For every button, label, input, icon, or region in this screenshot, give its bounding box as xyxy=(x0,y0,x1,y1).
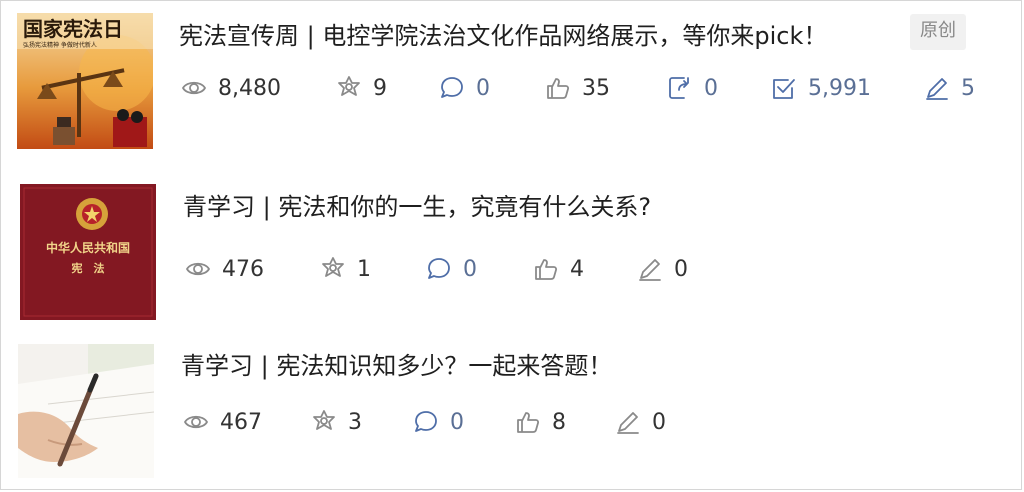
views-count: 467 xyxy=(220,409,262,435)
views-count: 476 xyxy=(222,256,264,282)
likes-stat: 4 xyxy=(532,252,584,286)
edits-stat: 0 xyxy=(614,405,666,439)
forwards-stat: 0 xyxy=(666,71,718,105)
shares-count: 3 xyxy=(348,409,362,435)
share-network-icon xyxy=(338,76,360,96)
article-title[interactable]: 宪法宣传周 | 电控学院法治文化作品网络展示，等你来pick！ xyxy=(179,20,827,52)
shares-stat: 3 xyxy=(310,405,362,439)
edits-stat: 0 xyxy=(636,252,688,286)
pencil-icon xyxy=(617,412,639,434)
reads-count: 5,991 xyxy=(808,75,871,101)
article-thumbnail[interactable]: 中华人民共和国 宪 法 xyxy=(20,184,156,320)
share-network-icon xyxy=(322,257,344,277)
original-badge: 原创 xyxy=(910,14,966,50)
thumbs-up-icon xyxy=(517,412,540,433)
likes-stat: 35 xyxy=(544,71,610,105)
comment-icon xyxy=(415,411,437,432)
book-cover-title: 中华人民共和国 xyxy=(46,240,130,255)
likes-stat: 8 xyxy=(514,405,566,439)
article-thumbnail[interactable] xyxy=(18,344,154,478)
reads-stat: 5,991 xyxy=(770,71,871,105)
edits-stat: 5 xyxy=(923,71,975,105)
shares-stat: 9 xyxy=(335,71,387,105)
eye-icon xyxy=(182,81,206,95)
eye-icon xyxy=(184,415,208,429)
article-stats: 476 1 0 4 0 xyxy=(184,252,744,286)
views-stat: 476 xyxy=(184,252,264,286)
views-stat: 467 xyxy=(182,405,262,439)
pencil-icon xyxy=(639,259,661,281)
edits-count: 0 xyxy=(674,256,688,282)
pencil-icon xyxy=(926,78,948,100)
thumbs-up-icon xyxy=(547,78,570,99)
likes-count: 8 xyxy=(552,409,566,435)
shares-count: 9 xyxy=(373,75,387,101)
article-stats: 467 3 0 8 0 xyxy=(182,405,742,439)
comments-stat: 0 xyxy=(438,71,490,105)
checkbox-icon xyxy=(773,79,795,99)
forwards-count: 0 xyxy=(704,75,718,101)
share-network-icon xyxy=(313,410,335,430)
forward-icon xyxy=(669,77,689,99)
comments-stat: 0 xyxy=(425,252,477,286)
thumbs-up-icon xyxy=(535,259,558,280)
views-count: 8,480 xyxy=(218,75,281,101)
article-thumbnail[interactable]: 国家宪法日 弘扬宪法精神 争做时代新人 xyxy=(17,13,153,149)
article-stats: 8,480 9 0 35 0 5,991 5 xyxy=(180,71,1000,105)
constitution-day-image: 国家宪法日 弘扬宪法精神 争做时代新人 xyxy=(17,13,153,149)
likes-count: 35 xyxy=(582,75,610,101)
shares-stat: 1 xyxy=(319,252,371,286)
likes-count: 4 xyxy=(570,256,584,282)
article-title[interactable]: 青学习 | 宪法知识知多少？一起来答题！ xyxy=(181,350,612,382)
article-title[interactable]: 青学习 | 宪法和你的一生，究竟有什么关系? xyxy=(183,191,651,223)
comments-count: 0 xyxy=(450,409,464,435)
comments-count: 0 xyxy=(476,75,490,101)
book-cover-subtitle: 宪 法 xyxy=(72,261,105,275)
comment-icon xyxy=(441,77,463,98)
shares-count: 1 xyxy=(357,256,371,282)
views-stat: 8,480 xyxy=(180,71,281,105)
constitution-book-image: 中华人民共和国 宪 法 xyxy=(20,184,156,320)
comments-count: 0 xyxy=(463,256,477,282)
eye-icon xyxy=(186,262,210,276)
edits-count: 0 xyxy=(652,409,666,435)
thumb-subtitle-text: 弘扬宪法精神 争做时代新人 xyxy=(23,41,97,49)
comments-stat: 0 xyxy=(412,405,464,439)
comment-icon xyxy=(428,258,450,279)
writing-hand-image xyxy=(18,344,154,478)
edits-count: 5 xyxy=(961,75,975,101)
thumb-title-text: 国家宪法日 xyxy=(23,17,123,41)
